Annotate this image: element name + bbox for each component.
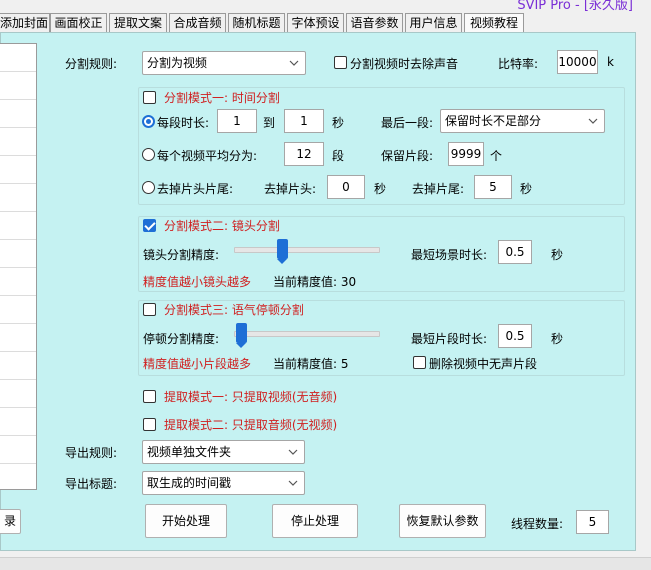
status-bar	[0, 557, 651, 570]
per-duration-from-input[interactable]: 1	[217, 109, 257, 133]
tab-extract-text[interactable]: 提取文案	[109, 13, 167, 33]
min-clip-unit: 秒	[551, 332, 564, 346]
min-scene-label: 最短场景时长:	[411, 248, 488, 262]
mode1-title: 分割模式一: 时间分割	[164, 91, 280, 105]
average-split-unit: 段	[332, 149, 345, 163]
trim-tail-unit: 秒	[520, 182, 533, 196]
export-rule-select[interactable]: 视频单独文件夹	[142, 440, 305, 464]
start-button[interactable]: 开始处理	[145, 504, 227, 538]
mode3-checkbox[interactable]	[143, 303, 156, 316]
pause-current-precision: 当前精度值: 5	[273, 357, 349, 371]
remove-audio-label: 分割视频时去除声音	[350, 57, 459, 71]
delete-silent-checkbox[interactable]	[413, 356, 426, 369]
scene-precision-label: 镜头分割精度:	[143, 248, 220, 262]
trim-radio[interactable]	[142, 181, 155, 194]
split-panel: 分割规则: 分割为视频 分割视频时去除声音 比特率: 10000 k 分割模式一…	[0, 32, 636, 551]
tab-compose-audio[interactable]: 合成音频	[169, 13, 226, 33]
export-title-value: 取生成的时间戳	[147, 476, 232, 490]
last-segment-value: 保留时长不足部分	[445, 114, 542, 128]
stop-button[interactable]: 停止处理	[272, 504, 358, 538]
pause-precision-label: 停顿分割精度:	[143, 332, 220, 346]
pause-precision-slider[interactable]	[234, 331, 380, 337]
per-duration-radio[interactable]	[142, 115, 155, 128]
remove-audio-checkbox[interactable]	[334, 56, 347, 69]
extract-mode1-checkbox[interactable]	[143, 390, 156, 403]
bitrate-label: 比特率:	[498, 57, 539, 71]
chevron-down-icon	[588, 110, 598, 132]
export-rule-value: 视频单独文件夹	[147, 445, 232, 459]
average-split-input[interactable]: 12	[284, 142, 324, 166]
trim-head-input[interactable]: 0	[327, 175, 365, 199]
tab-add-cover[interactable]: 添加封面	[0, 13, 50, 33]
chevron-down-icon	[288, 472, 298, 494]
scene-precision-hint: 精度值越小镜头越多	[143, 275, 252, 289]
extract-mode1-label: 提取模式一: 只提取视频(无音频)	[164, 390, 338, 404]
tab-user-info[interactable]: 用户信息	[405, 13, 462, 33]
tab-video-tutorial[interactable]: 视频教程	[464, 13, 524, 33]
mode2-checkbox[interactable]	[143, 219, 156, 232]
pause-precision-hint: 精度值越小片段越多	[143, 357, 252, 371]
seconds-label: 秒	[332, 116, 345, 130]
pause-precision-thumb[interactable]	[236, 323, 248, 348]
trim-tail-label: 去掉片尾:	[412, 182, 465, 196]
scene-precision-slider[interactable]	[234, 247, 380, 253]
export-rule-label: 导出规则:	[65, 446, 118, 460]
tab-voice-params[interactable]: 语音参数	[346, 13, 403, 33]
bitrate-input[interactable]: 10000	[557, 50, 598, 74]
scene-precision-thumb[interactable]	[277, 239, 289, 264]
split-rule-select[interactable]: 分割为视频	[142, 51, 306, 75]
scene-current-precision: 当前精度值: 30	[273, 275, 357, 289]
to-label: 到	[263, 116, 276, 130]
average-split-label: 每个视频平均分为:	[157, 149, 258, 163]
export-title-select[interactable]: 取生成的时间戳	[142, 471, 305, 495]
split-rule-value: 分割为视频	[147, 56, 208, 70]
delete-silent-label: 删除视频中无声片段	[429, 357, 538, 371]
per-duration-label: 每段时长:	[157, 116, 210, 130]
file-list[interactable]	[0, 43, 37, 490]
keep-clips-input[interactable]: 9999	[448, 142, 484, 166]
split-rule-label: 分割规则:	[65, 57, 118, 71]
keep-clips-unit: 个	[490, 149, 503, 163]
trim-head-unit: 秒	[374, 182, 387, 196]
bitrate-unit: k	[607, 55, 614, 69]
restore-defaults-button[interactable]: 恢复默认参数	[399, 504, 486, 538]
trim-head-label: 去掉片头:	[264, 182, 317, 196]
trim-tail-input[interactable]: 5	[474, 175, 512, 199]
tab-frame-correction[interactable]: 画面校正	[50, 13, 107, 33]
mode2-title: 分割模式二: 镜头分割	[164, 219, 280, 233]
extract-mode2-label: 提取模式二: 只提取音频(无视频)	[164, 418, 338, 432]
tab-bar: 添加封面 画面校正 提取文案 合成音频 随机标题 字体预设 语音参数 用户信息 …	[0, 13, 651, 33]
mode3-title: 分割模式三: 语气停顿分割	[164, 303, 304, 317]
threads-input[interactable]: 5	[576, 510, 609, 534]
chevron-down-icon	[288, 441, 298, 463]
extract-mode2-checkbox[interactable]	[143, 418, 156, 431]
min-clip-label: 最短片段时长:	[411, 332, 488, 346]
per-duration-to-input[interactable]: 1	[284, 109, 324, 133]
min-scene-unit: 秒	[551, 248, 564, 262]
tab-font-preset[interactable]: 字体预设	[287, 13, 344, 33]
average-split-radio[interactable]	[142, 148, 155, 161]
last-segment-label: 最后一段:	[381, 116, 434, 130]
directory-button[interactable]: 录	[0, 509, 21, 534]
edition-label: SVIP Pro - [永久版]	[517, 0, 633, 13]
tab-random-title[interactable]: 随机标题	[228, 13, 285, 33]
mode1-checkbox[interactable]	[143, 91, 156, 104]
trim-label: 去掉片头片尾:	[157, 182, 234, 196]
min-clip-input[interactable]: 0.5	[498, 324, 532, 348]
last-segment-select[interactable]: 保留时长不足部分	[440, 109, 605, 133]
keep-clips-label: 保留片段:	[381, 149, 434, 163]
chevron-down-icon	[289, 52, 299, 74]
min-scene-input[interactable]: 0.5	[498, 240, 532, 264]
export-title-label: 导出标题:	[65, 477, 118, 491]
threads-label: 线程数量:	[511, 517, 564, 531]
